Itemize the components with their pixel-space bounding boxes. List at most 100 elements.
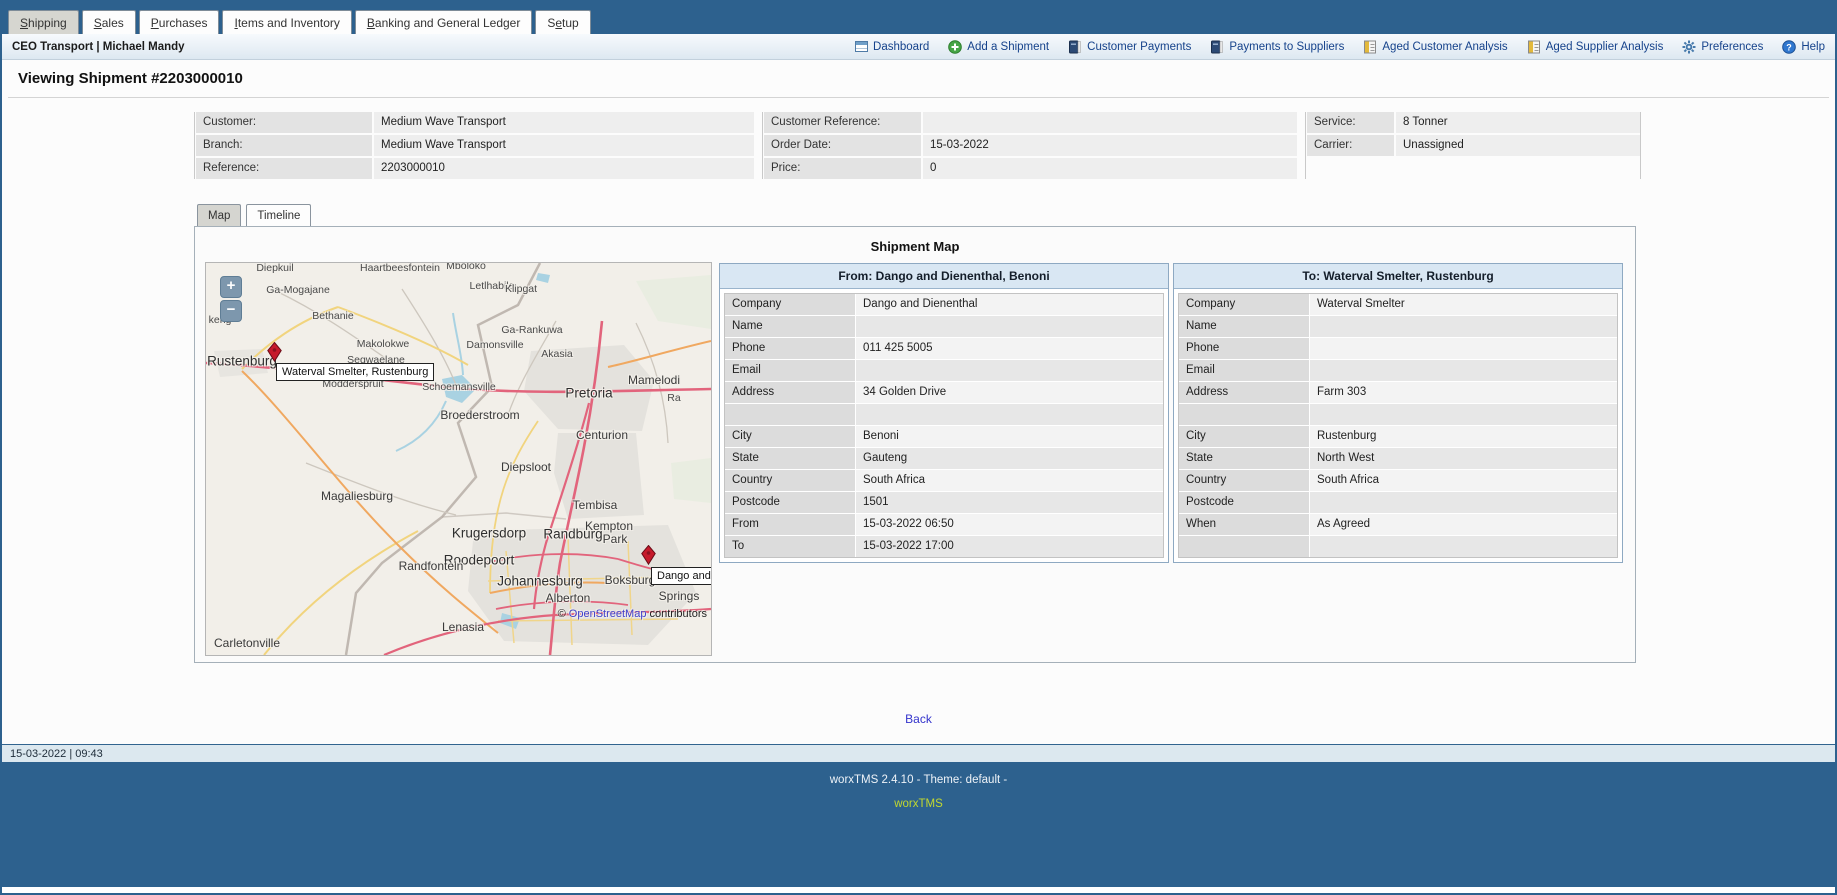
toolbar-label: Customer Payments [1087, 40, 1192, 53]
map-place-label: Magaliesburg [320, 489, 394, 503]
tab-label: tup [562, 16, 579, 30]
shipment-map[interactable]: Diepkuil Haartbeesfontein Mboloko Ga-Mog… [205, 262, 712, 656]
footer-bottom-strip [2, 887, 1835, 893]
summary-label: Customer Reference: [764, 112, 921, 133]
customer-payments-button[interactable]: Customer Payments [1068, 40, 1191, 54]
dashboard-button[interactable]: Dashboard [854, 40, 929, 54]
map-place-label: Kempton [584, 519, 634, 533]
page-title: Viewing Shipment #2203000010 [18, 70, 243, 87]
preferences-button[interactable]: Preferences [1682, 40, 1763, 54]
summary-value: Unassigned [1396, 135, 1640, 156]
map-place-label: Ga-Rankuwa [501, 324, 563, 336]
map-place-label: Tembisa [572, 498, 618, 512]
map-place-label: Makolokwe [356, 338, 410, 350]
payments-to-suppliers-button[interactable]: Payments to Suppliers [1210, 40, 1344, 54]
field-label: Postcode [725, 492, 855, 513]
summary-label: Customer: [196, 112, 372, 133]
to-table-header: To: Waterval Smelter, Rustenburg [1174, 264, 1622, 289]
map-place-label: Mboloko [446, 262, 486, 272]
openstreetmap-link[interactable]: OpenStreetMap [569, 608, 647, 620]
app-window: Shipping Sales Purchases Items and Inven… [0, 0, 1837, 895]
map-place-label: Diepsloot [500, 460, 552, 474]
field-value [856, 360, 1163, 381]
toolbar: Dashboard Add a Shipment Customer Paymen… [854, 39, 1825, 54]
top-bar: CEO Transport | Michael Mandy Dashboard … [2, 34, 1835, 60]
map-zoom-control: + − [220, 276, 242, 322]
map-place-label: Alberton [545, 591, 591, 605]
zoom-out-button[interactable]: − [220, 300, 242, 322]
summary-label: Reference: [196, 158, 372, 179]
from-table-body: Company Dango and Dienenthal Name Phone 01… [724, 293, 1164, 558]
summary-label: Branch: [196, 135, 372, 156]
map-attribution: © OpenStreetMap contributors [558, 608, 707, 620]
field-label: Email [1179, 360, 1309, 381]
tab-label: ales [101, 16, 124, 30]
map-place-label: Schoemansville [422, 381, 496, 393]
field-label: Name [1179, 316, 1309, 337]
toolbar-label: Payments to Suppliers [1229, 40, 1345, 53]
summary-label: Price: [764, 158, 921, 179]
summary-group-service: Service: 8 Tonner Carrier: Unassigned [1305, 112, 1641, 179]
toolbar-label: Aged Supplier Analysis [1545, 40, 1664, 53]
tab-shipping[interactable]: Shipping [8, 10, 79, 34]
zoom-in-button[interactable]: + [220, 276, 242, 298]
map-place-label: Akasia [541, 348, 573, 360]
field-value: South Africa [856, 470, 1163, 491]
tab-sales[interactable]: Sales [81, 10, 136, 34]
report-icon [1363, 40, 1377, 54]
tab-label-key: B [366, 16, 375, 30]
map-place-label: Springs [658, 589, 700, 603]
aged-supplier-analysis-button[interactable]: Aged Supplier Analysis [1527, 40, 1664, 54]
from-table: From: Dango and Dienenthal, Benoni Compa… [719, 263, 1169, 563]
attribution-suffix: contributors [649, 608, 707, 620]
field-value: As Agreed [1310, 514, 1617, 535]
map-tiles [206, 263, 711, 655]
tab-timeline[interactable]: Timeline [246, 204, 312, 226]
add-shipment-button[interactable]: Add a Shipment [948, 39, 1050, 54]
map-place-label: Carletonville [213, 636, 281, 650]
field-value: Dango and Dienenthal [856, 294, 1163, 315]
field-value: 1501 [856, 492, 1163, 513]
field-label: Postcode [1179, 492, 1309, 513]
field-value: Farm 303 [1310, 382, 1617, 403]
field-label: To [725, 536, 855, 557]
summary-label: Order Date: [764, 135, 921, 156]
tab-setup[interactable]: Setup [535, 10, 591, 34]
map-place-label: Klipgat [504, 283, 538, 295]
field-label: Country [1179, 470, 1309, 491]
field-label: Phone [1179, 338, 1309, 359]
field-label: City [1179, 426, 1309, 447]
map-place-label: Lenasia [441, 620, 485, 634]
field-value: Waterval Smelter [1310, 294, 1617, 315]
back-link[interactable]: Back [905, 712, 932, 726]
field-label [725, 404, 855, 425]
map-place-label: Centurion [575, 428, 629, 442]
summary-value: 15-03-2022 [923, 135, 1297, 156]
ledger-icon [1068, 40, 1082, 54]
tab-label-key: S [93, 16, 102, 30]
field-label [1179, 536, 1309, 557]
tab-items-inventory[interactable]: Items and Inventory [222, 10, 352, 34]
tab-purchases[interactable]: Purchases [138, 10, 220, 34]
help-icon: ? [1782, 39, 1797, 54]
to-table-body: Company Waterval Smelter Name Phone Email… [1178, 293, 1618, 558]
toolbar-label: Add a Shipment [967, 40, 1050, 53]
toolbar-label: Help [1801, 40, 1825, 53]
map-place-label: Ga-Mogajane [266, 284, 330, 296]
summary-label: Service: [1307, 112, 1394, 133]
field-value [1310, 404, 1617, 425]
summary-value: Medium Wave Transport [374, 135, 754, 156]
map-place-label: Broederstroom [440, 408, 520, 422]
field-value: 15-03-2022 06:50 [856, 514, 1163, 535]
footer-version: worxTMS 2.4.10 - Theme: default - [829, 774, 1008, 786]
field-value: Rustenburg [1310, 426, 1617, 447]
tab-label: anking and General Ledger [374, 16, 521, 30]
gear-icon [1682, 40, 1696, 54]
worxtms-link[interactable]: worxTMS [894, 798, 943, 810]
tab-banking-ledger[interactable]: Banking and General Ledger [354, 10, 533, 34]
summary-label: Carrier: [1307, 135, 1394, 156]
help-button[interactable]: ? Help [1782, 39, 1825, 54]
aged-customer-analysis-button[interactable]: Aged Customer Analysis [1363, 40, 1508, 54]
tab-map[interactable]: Map [197, 204, 242, 226]
field-label: Phone [725, 338, 855, 359]
